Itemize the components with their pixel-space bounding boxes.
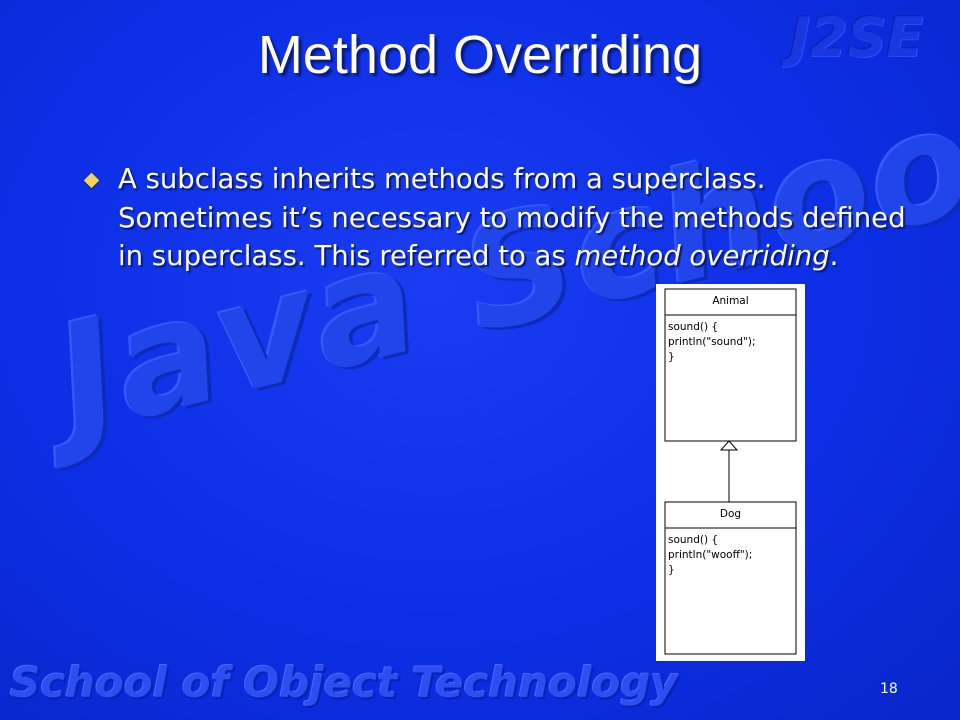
slide: J2SE Java School School of Object Techno… [0,0,960,720]
animal-class-name: Animal [712,295,749,307]
bullet-text-period: . [829,240,839,272]
uml-class-diagram: Animal sound() { println("sound"); } Dog… [656,284,805,661]
slide-title: Method Overriding [257,25,703,85]
bullet-text-emphasis: method overriding [574,240,830,272]
inheritance-arrowhead-icon [719,440,739,451]
school-of-object-technology-watermark: School of Object Technology [10,658,678,707]
dog-class-box [664,501,797,655]
dog-class-name: Dog [719,508,742,520]
diamond-bullet-icon [83,172,100,189]
page-number: 18 [880,681,898,697]
animal-class-body: sound() { println("sound"); } [668,321,756,363]
dog-class-body: sound() { println("wooff"); } [668,534,753,576]
bullet-text: A subclass inherits methods from a super… [118,160,908,276]
animal-class-box [664,288,797,442]
